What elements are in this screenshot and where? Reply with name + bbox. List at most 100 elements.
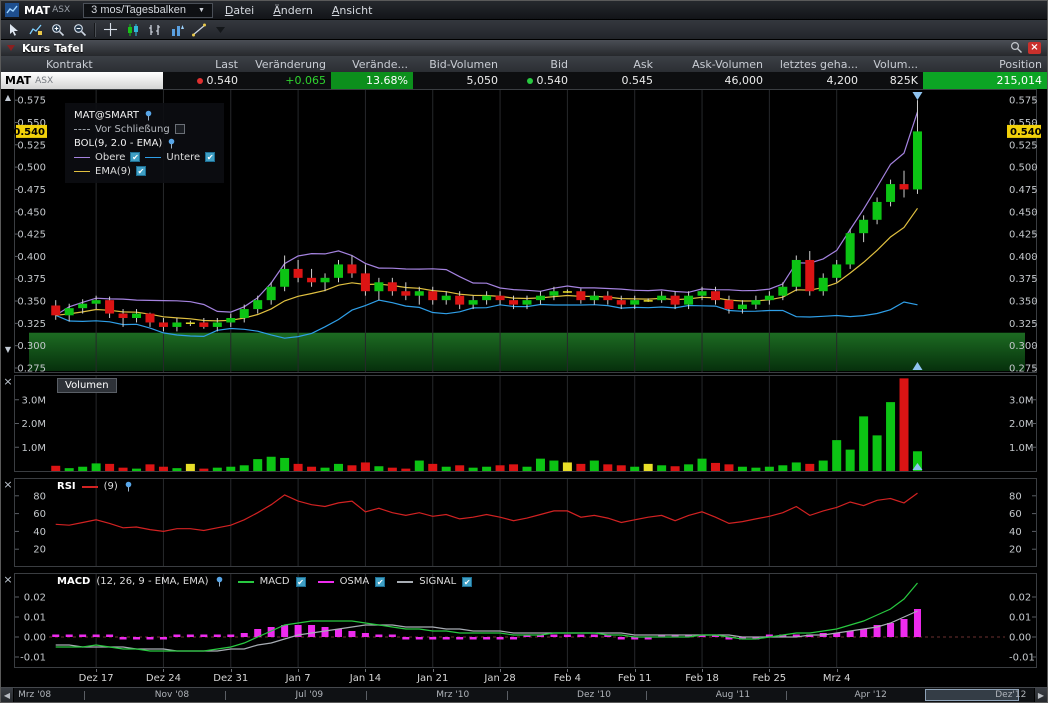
svg-text:20: 20 — [1009, 545, 1022, 556]
volume-bar — [401, 469, 410, 471]
crosshair-button[interactable] — [101, 21, 120, 38]
zoom-out-button[interactable] — [70, 21, 89, 38]
pin-icon[interactable] — [215, 576, 224, 587]
time-axis-label: Jan 14 — [350, 673, 381, 684]
macd-checkbox[interactable]: ✔ — [296, 577, 306, 587]
col-change-pct[interactable]: Verände... — [331, 58, 413, 71]
svg-text:2.0M: 2.0M — [21, 419, 46, 430]
scrollbar-track[interactable]: Mrz '08Nov '08Jul '09Mrz '10Dez '10Aug '… — [14, 688, 1034, 703]
time-axis-label: Dez 31 — [213, 673, 248, 684]
pin-icon[interactable] — [124, 481, 133, 492]
zoom-in-button[interactable] — [48, 21, 67, 38]
volume-bar — [644, 464, 653, 471]
candle-style-button[interactable] — [123, 21, 142, 38]
volume-bar — [792, 462, 801, 471]
chart-toolbar — [1, 20, 1047, 40]
volume-bar — [859, 416, 868, 471]
trendline-icon — [192, 23, 206, 37]
pointer-tool-button[interactable] — [4, 21, 23, 38]
macd-panel-close-button[interactable]: × — [3, 575, 13, 585]
volume-panel[interactable]: 3.0M3.0M2.0M2.0M1.0M1.0M × Volumen — [1, 375, 1047, 472]
quote-table-row[interactable]: MAT ASX 0.540 +0.065 13.68% 5,050 0.540 … — [1, 72, 1047, 89]
chart-style-caret-button[interactable] — [211, 21, 230, 38]
osma-bar — [120, 637, 127, 640]
svg-text:1.0M: 1.0M — [1009, 443, 1034, 454]
volume-bar — [778, 465, 787, 471]
col-last-size[interactable]: letztes geha... — [768, 58, 863, 71]
col-kontrakt[interactable]: Kontrakt — [1, 58, 163, 71]
col-last[interactable]: Last — [163, 58, 243, 71]
bb-upper-line-sample — [74, 157, 90, 158]
pin-icon[interactable] — [144, 110, 153, 121]
volume-bar — [900, 378, 909, 471]
col-bid-volume[interactable]: Bid-Volumen — [413, 58, 503, 71]
zoom-in-icon — [51, 23, 65, 37]
col-ask[interactable]: Ask — [573, 58, 658, 71]
volume-bar — [119, 468, 128, 471]
volume-bar — [549, 461, 558, 471]
trendline-button[interactable] — [189, 21, 208, 38]
trading-app-window: MAT ASX 3 mos/Tagesbalken ▼ Datei Ändern… — [0, 0, 1048, 703]
rsi-panel[interactable]: 8080606040402020 × RSI (9) — [1, 478, 1047, 567]
svg-text:0.525: 0.525 — [1009, 140, 1038, 151]
svg-text:0.325: 0.325 — [17, 319, 46, 330]
rsi-panel-close-button[interactable]: × — [3, 480, 13, 490]
pin-icon[interactable] — [167, 138, 176, 149]
contract-cell[interactable]: MAT ASX — [1, 72, 163, 89]
signal-checkbox[interactable]: ✔ — [462, 577, 472, 587]
osma-checkbox[interactable]: ✔ — [375, 577, 385, 587]
timeframe-dropdown[interactable]: 3 mos/Tagesbalken ▼ — [83, 3, 213, 18]
volume-label: Volumen — [57, 378, 117, 393]
osma-bar — [443, 637, 450, 640]
col-bid[interactable]: Bid — [503, 58, 573, 71]
scroll-right-button[interactable]: ▶ — [1034, 688, 1047, 703]
col-change[interactable]: Veränderung — [243, 58, 331, 71]
volume-bar — [711, 463, 720, 471]
panel-collapse-button[interactable]: ▼ — [3, 345, 13, 355]
svg-text:0.01: 0.01 — [1009, 613, 1031, 624]
signal-series-label: SIGNAL — [419, 576, 456, 587]
panel-expand-button[interactable]: ▲ — [3, 93, 13, 103]
bb-upper-checkbox[interactable]: ✔ — [130, 152, 140, 162]
volume-bar — [240, 465, 249, 471]
chart-edit-button[interactable] — [26, 21, 45, 38]
menu-datei[interactable]: Datei — [218, 4, 261, 17]
osma-bar — [901, 619, 908, 637]
change-pct-cell: 13.68% — [331, 72, 413, 89]
osma-series-label: OSMA — [340, 576, 370, 587]
change-cell: +0.065 — [243, 72, 331, 89]
preclose-checkbox[interactable] — [175, 124, 185, 134]
scroll-left-button[interactable]: ◀ — [1, 688, 14, 703]
time-axis-tick — [96, 669, 97, 672]
bar-style-button[interactable] — [145, 21, 164, 38]
osma-bar — [577, 635, 584, 638]
menu-aendern[interactable]: Ändern — [266, 4, 320, 17]
collapse-triangle-icon[interactable] — [7, 45, 15, 51]
time-axis-label: Feb 4 — [554, 673, 581, 684]
time-scrollbar[interactable]: ◀ Mrz '08Nov '08Jul '09Mrz '10Dez '10Aug… — [1, 687, 1047, 703]
svg-text:0.00: 0.00 — [24, 633, 46, 644]
col-volume[interactable]: Volum... — [863, 58, 923, 71]
time-axis-tick — [500, 669, 501, 672]
svg-text:0.450: 0.450 — [1009, 207, 1038, 218]
ema-checkbox[interactable]: ✔ — [136, 166, 146, 176]
col-ask-volume[interactable]: Ask-Volumen — [658, 58, 768, 71]
quote-panel-header: Kurs Tafel × — [1, 40, 1047, 56]
quote-panel-close-button[interactable]: × — [1028, 42, 1041, 54]
volume-bar — [751, 468, 760, 471]
volume-panel-close-button[interactable]: × — [3, 377, 13, 387]
caret-down-icon: ▼ — [198, 7, 205, 14]
price-panel[interactable]: 0.5750.5750.5500.5500.5250.5250.5000.500… — [1, 89, 1047, 373]
compare-button[interactable] — [167, 21, 186, 38]
quote-search-icon[interactable] — [1010, 39, 1023, 58]
ask-volume-cell: 46,000 — [658, 72, 768, 89]
menu-ansicht[interactable]: Ansicht — [325, 4, 380, 17]
bb-lower-checkbox[interactable]: ✔ — [205, 152, 215, 162]
volume-chart-svg: 3.0M3.0M2.0M2.0M1.0M1.0M — [1, 375, 1048, 472]
macd-panel[interactable]: 0.020.020.010.010.000.00-0.01-0.01 × MAC… — [1, 573, 1047, 668]
volume-bar — [132, 469, 141, 471]
time-axis-tick — [702, 669, 703, 672]
col-position[interactable]: Position — [923, 58, 1047, 71]
svg-text:40: 40 — [33, 527, 46, 538]
svg-text:0.475: 0.475 — [1009, 185, 1038, 196]
